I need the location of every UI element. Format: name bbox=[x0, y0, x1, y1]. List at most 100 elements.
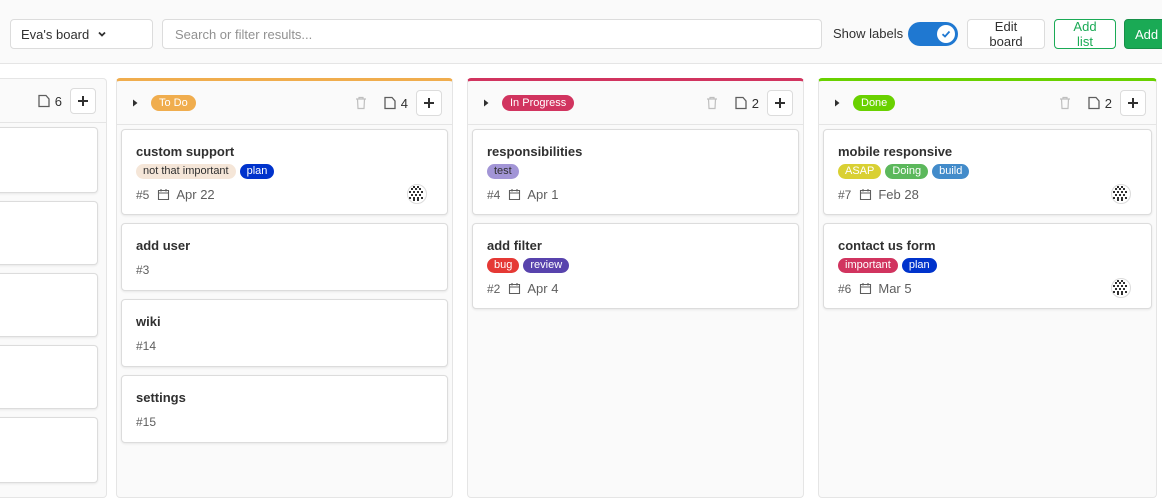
issues-icon bbox=[1088, 96, 1100, 110]
calendar-icon bbox=[860, 189, 872, 201]
list-label: To Do bbox=[151, 94, 196, 111]
search-input[interactable] bbox=[162, 19, 822, 49]
issue-title[interactable]: custom support bbox=[136, 144, 234, 159]
caret-right-icon[interactable] bbox=[131, 99, 139, 107]
issue-card[interactable]: wiki #14 bbox=[121, 299, 448, 367]
issue-number: #5 bbox=[136, 187, 150, 202]
issue-card[interactable]: mobile responsive ASAP Doing build #7 Feb 28 bbox=[823, 129, 1152, 215]
issue-label[interactable]: test bbox=[487, 164, 519, 179]
plus-icon bbox=[1128, 98, 1138, 108]
issue-meta: #2 Apr 4 bbox=[487, 281, 558, 296]
issue-count: 6 bbox=[37, 94, 62, 109]
issue-count-value: 6 bbox=[54, 93, 62, 109]
issue-card[interactable]: responsibilities test #4 Apr 1 bbox=[472, 129, 799, 215]
add-issue-to-list-button[interactable] bbox=[416, 90, 442, 116]
due-date: Apr 22 bbox=[176, 187, 215, 202]
issue-title[interactable]: add user bbox=[136, 238, 190, 253]
issue-title[interactable]: contact us form bbox=[838, 238, 936, 253]
issue-card[interactable]: custom support not that important plan #5 Ap… bbox=[121, 129, 448, 215]
issue-number: #3 bbox=[136, 263, 150, 277]
issue-title[interactable]: responsibilities bbox=[487, 144, 582, 159]
issue-meta: #4 Apr 1 bbox=[487, 187, 558, 202]
list-label: In Progress bbox=[502, 94, 575, 111]
issue-count-value: 4 bbox=[400, 95, 408, 111]
list-header: In Progress 2 bbox=[468, 81, 803, 125]
board-list-in-progress: In Progress 2 responsibilities test #4 Apr 1 a… bbox=[467, 78, 804, 498]
add-issue-button[interactable]: Add i bbox=[1124, 19, 1162, 49]
check-icon bbox=[941, 30, 951, 38]
issue-card-partial[interactable] bbox=[0, 417, 98, 483]
issue-count-value: 2 bbox=[751, 95, 759, 111]
issue-card-partial[interactable] bbox=[0, 273, 98, 337]
issue-title[interactable]: settings bbox=[136, 390, 186, 405]
issue-count: 2 bbox=[1087, 96, 1112, 111]
due-date: Mar 5 bbox=[878, 281, 912, 296]
caret-right-icon[interactable] bbox=[833, 99, 841, 107]
issue-card[interactable]: add filter bug review #2 Apr 4 bbox=[472, 223, 799, 309]
due-date: Feb 28 bbox=[878, 187, 919, 202]
trash-icon[interactable] bbox=[706, 96, 718, 110]
issue-title[interactable]: wiki bbox=[136, 314, 161, 329]
add-issue-to-list-button[interactable] bbox=[70, 88, 96, 114]
calendar-icon bbox=[509, 189, 521, 201]
trash-icon[interactable] bbox=[355, 96, 367, 110]
issue-meta: #5 Apr 22 bbox=[136, 187, 215, 202]
chevron-down-icon bbox=[98, 31, 106, 37]
issue-label[interactable]: ASAP bbox=[838, 164, 882, 179]
issue-label[interactable]: review bbox=[523, 258, 570, 273]
list-header-actions: 2 bbox=[1059, 90, 1146, 116]
issue-label[interactable]: not that important bbox=[136, 164, 236, 179]
add-list-button[interactable]: Add list bbox=[1054, 19, 1116, 49]
issue-labels: not that important plan bbox=[136, 164, 275, 179]
issue-label[interactable]: build bbox=[932, 164, 970, 179]
plus-icon bbox=[424, 98, 434, 108]
issue-labels: important plan bbox=[838, 258, 937, 273]
avatar[interactable] bbox=[407, 184, 427, 204]
issue-count: 2 bbox=[734, 96, 759, 111]
board-name: Eva's board bbox=[21, 26, 90, 42]
issue-count-value: 2 bbox=[1104, 95, 1112, 111]
issue-count: 4 bbox=[383, 96, 408, 111]
issue-labels: bug review bbox=[487, 258, 570, 273]
list-header: To Do 4 bbox=[117, 81, 452, 125]
show-labels-text: Show labels bbox=[833, 26, 904, 41]
board-switcher-dropdown[interactable]: Eva's board bbox=[10, 19, 153, 49]
issue-meta: #7 Feb 28 bbox=[838, 187, 919, 202]
list-header-actions: 4 bbox=[355, 90, 442, 116]
calendar-icon bbox=[509, 283, 521, 295]
issue-title[interactable]: mobile responsive bbox=[838, 144, 952, 159]
issue-card-partial[interactable] bbox=[0, 201, 98, 265]
plus-icon bbox=[78, 96, 88, 106]
issue-title[interactable]: add filter bbox=[487, 238, 542, 253]
avatar[interactable] bbox=[1111, 278, 1131, 298]
issue-meta: #3 bbox=[136, 263, 149, 277]
issue-label[interactable]: plan bbox=[239, 164, 275, 179]
calendar-icon bbox=[860, 283, 872, 295]
list-label: Done bbox=[853, 94, 896, 111]
list-header-actions: 2 bbox=[706, 90, 793, 116]
list-header-actions: 6 bbox=[37, 88, 96, 114]
issue-number: #6 bbox=[838, 281, 852, 296]
issue-card[interactable]: add user #3 bbox=[121, 223, 448, 291]
show-labels-toggle[interactable] bbox=[908, 22, 958, 46]
issue-label[interactable]: plan bbox=[901, 258, 937, 273]
board-list-partial: 6 bbox=[0, 78, 107, 498]
issue-card[interactable]: settings #15 bbox=[121, 375, 448, 443]
issue-meta: #14 bbox=[136, 339, 156, 353]
issues-icon bbox=[735, 96, 747, 110]
plus-icon bbox=[775, 98, 785, 108]
issue-label[interactable]: important bbox=[838, 258, 898, 273]
due-date: Apr 1 bbox=[527, 187, 559, 202]
issue-card-partial[interactable] bbox=[0, 127, 98, 193]
trash-icon[interactable] bbox=[1059, 96, 1071, 110]
issue-card[interactable]: contact us form important plan #6 Mar 5 bbox=[823, 223, 1152, 309]
due-date: Apr 4 bbox=[527, 281, 559, 296]
edit-board-button[interactable]: Edit board bbox=[967, 19, 1045, 49]
issue-label[interactable]: Doing bbox=[885, 164, 929, 179]
caret-right-icon[interactable] bbox=[482, 99, 490, 107]
add-issue-to-list-button[interactable] bbox=[1120, 90, 1146, 116]
issue-card-partial[interactable] bbox=[0, 345, 98, 409]
issue-label[interactable]: bug bbox=[487, 258, 520, 273]
add-issue-to-list-button[interactable] bbox=[767, 90, 793, 116]
avatar[interactable] bbox=[1111, 184, 1131, 204]
